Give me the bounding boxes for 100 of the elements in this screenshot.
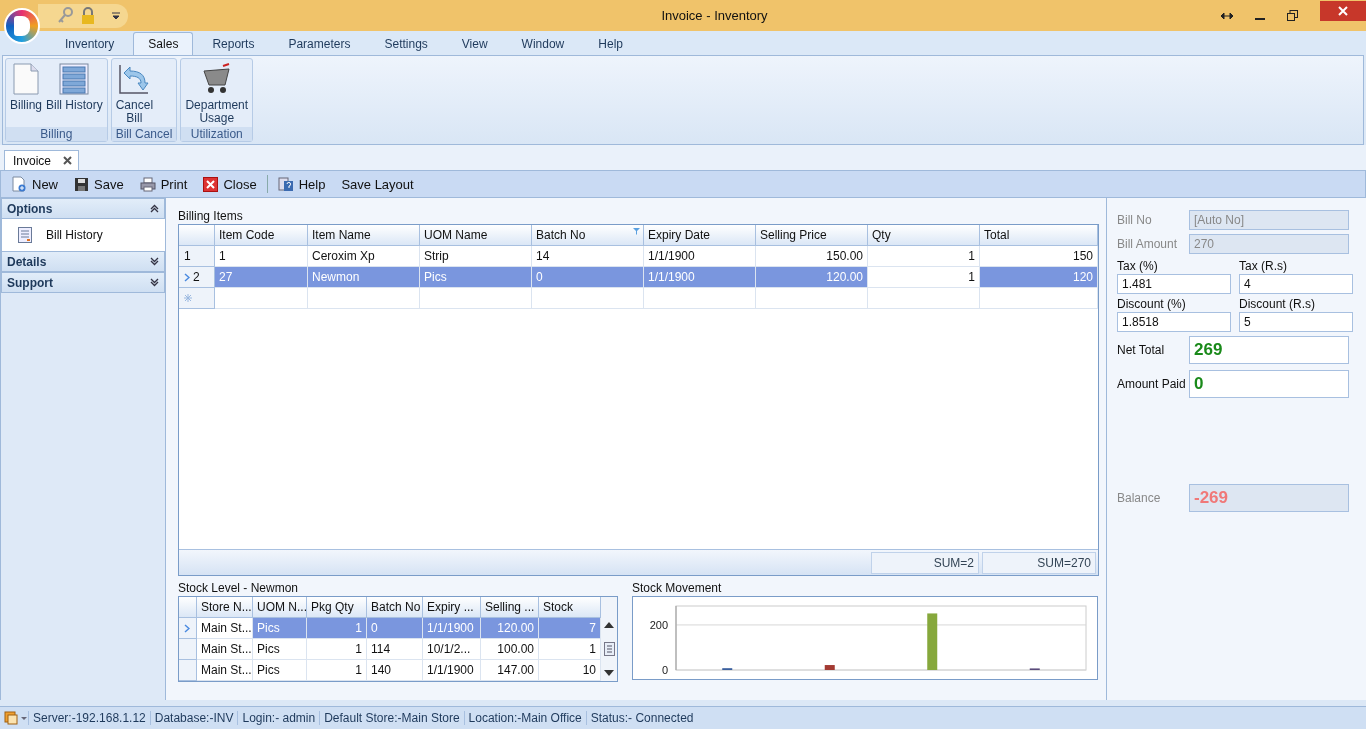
axis-label: 200 bbox=[649, 618, 668, 631]
ribbon-button[interactable]: Billing bbox=[10, 61, 42, 125]
ribbon-button[interactable]: Bill History bbox=[46, 61, 103, 125]
list-icon bbox=[59, 63, 90, 95]
restore-button[interactable] bbox=[1287, 10, 1298, 21]
filter-icon[interactable] bbox=[633, 228, 640, 235]
printer-icon bbox=[139, 176, 156, 192]
column-header[interactable]: Selling Price bbox=[756, 225, 868, 246]
close-icon bbox=[1338, 5, 1348, 16]
text-field[interactable]: 5 bbox=[1239, 312, 1353, 332]
ribbon-tab[interactable]: Parameters bbox=[273, 32, 366, 55]
column-header[interactable]: Selling ... bbox=[481, 597, 539, 618]
lock-icon[interactable] bbox=[80, 6, 96, 25]
table-cell: 1 bbox=[307, 639, 367, 660]
text-field[interactable]: 1.481 bbox=[1117, 274, 1231, 294]
table-cell: Pics bbox=[420, 267, 532, 288]
sidebar-header[interactable]: Details bbox=[1, 251, 165, 272]
sidebar-header[interactable]: Support bbox=[1, 272, 165, 293]
scrollbar[interactable] bbox=[601, 597, 617, 681]
table-cell: 0 bbox=[367, 618, 423, 639]
table-cell: 1/1/1900 bbox=[423, 618, 481, 639]
field-label: Tax (%) bbox=[1117, 258, 1159, 274]
column-header[interactable]: Total bbox=[980, 225, 1098, 246]
table-cell: Main St... bbox=[197, 639, 253, 660]
text-field[interactable]: 1.8518 bbox=[1117, 312, 1231, 332]
column-header[interactable]: UOM Name bbox=[420, 225, 532, 246]
table-cell: 1 bbox=[307, 618, 367, 639]
caret-icon[interactable] bbox=[112, 11, 120, 20]
row-header[interactable] bbox=[179, 618, 197, 639]
document-tab[interactable]: Invoice bbox=[4, 150, 80, 170]
section-title: Billing Items bbox=[178, 208, 244, 224]
scroll-up-icon[interactable] bbox=[604, 621, 614, 628]
column-header[interactable]: Batch No bbox=[367, 597, 423, 618]
amount-field[interactable]: 0 bbox=[1189, 370, 1349, 398]
table-row[interactable]: Main St... Pics 1 140 1/1/1900 147.00 10 bbox=[179, 660, 601, 681]
toolbar-button[interactable]: New bbox=[11, 176, 58, 192]
resize-icon[interactable] bbox=[1221, 11, 1233, 20]
row-header[interactable]: 2 bbox=[179, 267, 215, 288]
close-button[interactable] bbox=[1320, 0, 1366, 21]
table-row[interactable]: Main St... Pics 1 0 1/1/1900 120.00 7 bbox=[179, 618, 601, 639]
app-logo-icon[interactable] bbox=[4, 8, 40, 44]
table-cell: 147.00 bbox=[481, 660, 539, 681]
ribbon-button[interactable]: Department Usage bbox=[185, 61, 249, 125]
status-item: Server:-192.168.1.12 bbox=[28, 711, 150, 725]
new-document-icon bbox=[11, 176, 27, 192]
toolbar-button[interactable]: Help bbox=[277, 176, 326, 192]
close-icon[interactable] bbox=[63, 156, 73, 165]
column-header[interactable]: UOM N... bbox=[253, 597, 307, 618]
amount-field[interactable]: 269 bbox=[1189, 336, 1349, 364]
column-header[interactable]: Store N... bbox=[197, 597, 253, 618]
ribbon-tab[interactable]: Reports bbox=[197, 32, 270, 55]
tab-label: Invoice bbox=[13, 153, 52, 168]
scroll-thumb[interactable] bbox=[603, 642, 615, 656]
toolbar-button[interactable]: Save Layout bbox=[341, 176, 414, 192]
field-label: Bill Amount bbox=[1117, 237, 1179, 251]
table-row[interactable]: 2 27 Newmon Pics 0 1/1/1900 120.00 1 120 bbox=[179, 267, 1098, 288]
column-header[interactable]: Expiry Date bbox=[644, 225, 756, 246]
status-item: Database:-INV bbox=[149, 711, 238, 725]
ribbon-tab[interactable]: Inventory bbox=[50, 32, 130, 55]
column-header[interactable]: Qty bbox=[868, 225, 980, 246]
table-row[interactable]: Main St... Pics 1 114 10/1/2... 100.00 1 bbox=[179, 639, 601, 660]
table-cell: 1/1/1900 bbox=[644, 267, 756, 288]
status-item: Location:-Main Office bbox=[463, 711, 586, 725]
table-cell: 0 bbox=[532, 267, 644, 288]
section-title: Stock Level - Newmon bbox=[178, 580, 300, 596]
ribbon-tab[interactable]: View bbox=[446, 32, 503, 55]
text-field[interactable]: 4 bbox=[1239, 274, 1353, 294]
toolbar-button[interactable]: Save bbox=[74, 176, 124, 192]
group-label: Billing bbox=[6, 127, 107, 141]
table-cell: 120.00 bbox=[481, 618, 539, 639]
ribbon-tab[interactable]: Help bbox=[583, 32, 638, 55]
ribbon-tab[interactable]: Settings bbox=[369, 32, 443, 55]
column-header[interactable]: Pkg Qty bbox=[307, 597, 367, 618]
ribbon-button[interactable]: Cancel Bill bbox=[115, 61, 154, 125]
status-item: Status:- Connected bbox=[585, 711, 698, 725]
toolbar-button[interactable]: Close bbox=[203, 176, 257, 192]
table-cell: Pics bbox=[253, 660, 307, 681]
ribbon-tab[interactable]: Sales bbox=[133, 32, 194, 55]
field-label: Tax (R.s) bbox=[1239, 258, 1288, 274]
row-header[interactable]: 1 bbox=[179, 246, 215, 267]
undo-arrow-icon bbox=[118, 63, 151, 95]
scroll-down-icon[interactable] bbox=[604, 670, 614, 677]
windows-icon[interactable] bbox=[4, 711, 28, 725]
toolbar-button[interactable]: Print bbox=[139, 176, 188, 192]
ribbon-tab[interactable]: Window bbox=[506, 32, 580, 55]
field-label: Net Total bbox=[1117, 343, 1166, 357]
field-label: Bill No bbox=[1117, 213, 1153, 227]
column-header[interactable]: Item Name bbox=[308, 225, 420, 246]
row-pointer-icon bbox=[184, 623, 190, 633]
column-header[interactable]: Batch No bbox=[532, 225, 644, 246]
column-header[interactable]: Expiry ... bbox=[423, 597, 481, 618]
column-header[interactable]: Stock bbox=[539, 597, 601, 618]
section-title: Stock Movement bbox=[632, 580, 723, 596]
sidebar-header[interactable]: Options bbox=[1, 198, 165, 219]
grid-corner bbox=[179, 225, 215, 246]
table-cell: 10/1/2... bbox=[423, 639, 481, 660]
column-header[interactable]: Item Code bbox=[215, 225, 308, 246]
window-title: Invoice - Inventory bbox=[660, 8, 769, 23]
collapse-icon bbox=[150, 204, 159, 213]
table-cell: 120 bbox=[980, 267, 1098, 288]
